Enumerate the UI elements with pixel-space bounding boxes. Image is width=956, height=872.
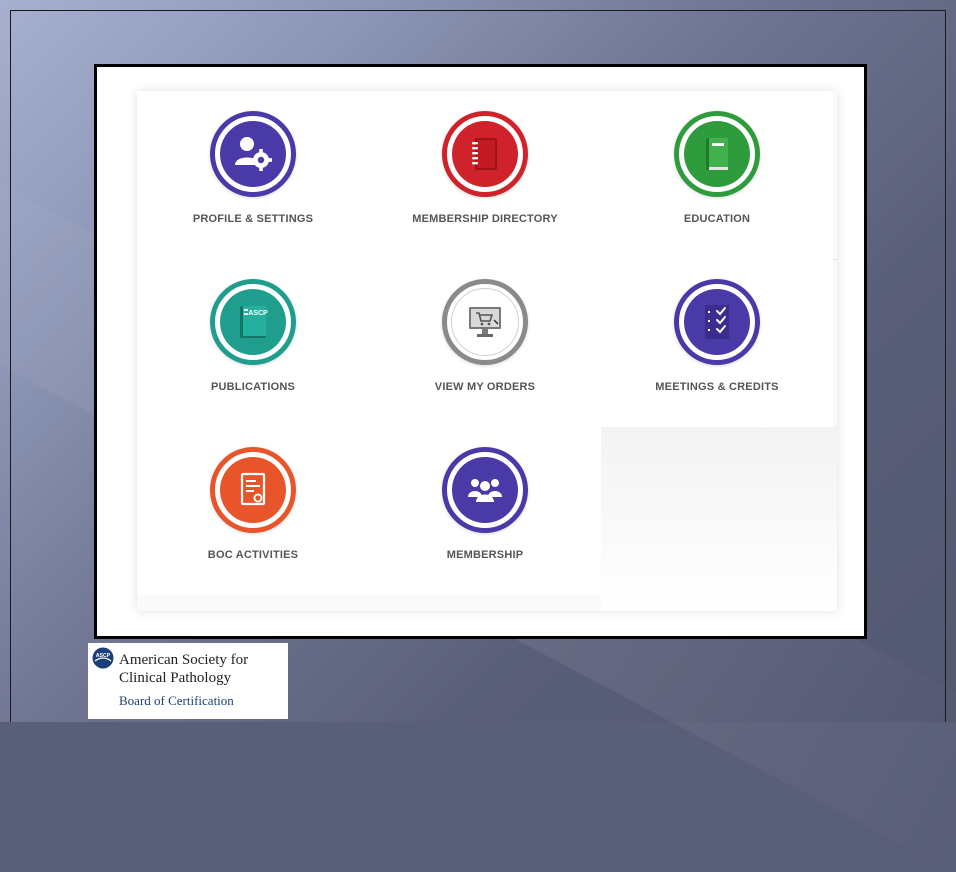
tile-label: EDUCATION xyxy=(683,213,751,225)
checklist-icon xyxy=(684,289,750,355)
computer-cart-icon xyxy=(451,288,519,356)
icon-ring xyxy=(210,111,296,197)
logo-line-2: Clinical Pathology xyxy=(119,670,232,686)
dashboard-panel: PROFILE & SETTINGS MEMBERSHIP DIRECTORY … xyxy=(137,91,837,611)
icon-ring: ASCP xyxy=(210,279,296,365)
tile-label: PUBLICATIONS xyxy=(210,381,296,393)
seal-text: ASCP xyxy=(96,653,111,659)
logo-line-3: Board of Certification xyxy=(119,693,234,708)
icon-ring xyxy=(210,447,296,533)
screenshot-frame: PROFILE & SETTINGS MEMBERSHIP DIRECTORY … xyxy=(94,64,867,639)
ascp-logo: ASCP American Society for Clinical Patho… xyxy=(88,643,288,719)
tile-membership[interactable]: MEMBERSHIP xyxy=(369,427,601,595)
tile-label: BOC ACTIVITIES xyxy=(207,549,299,561)
icon-ring xyxy=(442,279,528,365)
tile-label: MEETINGS & CREDITS xyxy=(655,381,779,393)
logo-line-1: American Society for xyxy=(119,652,249,668)
tile-label: MEMBERSHIP xyxy=(446,549,524,561)
tile-label: MEMBERSHIP DIRECTORY xyxy=(412,213,558,225)
tile-boc-activities[interactable]: BOC ACTIVITIES xyxy=(137,427,369,595)
user-settings-icon xyxy=(220,121,286,187)
icon-ring xyxy=(674,279,760,365)
group-icon xyxy=(452,457,518,523)
tile-label: PROFILE & SETTINGS xyxy=(192,213,314,225)
ascp-book-icon: ASCP xyxy=(220,289,286,355)
tile-publications[interactable]: ASCP PUBLICATIONS xyxy=(137,259,369,427)
tile-label: VIEW MY ORDERS xyxy=(434,381,536,393)
icon-ring xyxy=(442,111,528,197)
tile-education[interactable]: EDUCATION xyxy=(601,91,833,259)
notebook-icon xyxy=(452,121,518,187)
book-badge-text: ASCP xyxy=(248,310,268,317)
icon-ring xyxy=(674,111,760,197)
tile-membership-directory[interactable]: MEMBERSHIP DIRECTORY xyxy=(369,91,601,259)
tile-profile-settings[interactable]: PROFILE & SETTINGS xyxy=(137,91,369,259)
certificate-icon xyxy=(220,457,286,523)
empty-cell xyxy=(601,427,837,611)
ascp-seal-icon: ASCP xyxy=(92,647,114,669)
tile-meetings-credits[interactable]: MEETINGS & CREDITS xyxy=(601,259,833,427)
book-icon xyxy=(684,121,750,187)
tile-view-my-orders[interactable]: VIEW MY ORDERS xyxy=(369,259,601,427)
icon-ring xyxy=(442,447,528,533)
